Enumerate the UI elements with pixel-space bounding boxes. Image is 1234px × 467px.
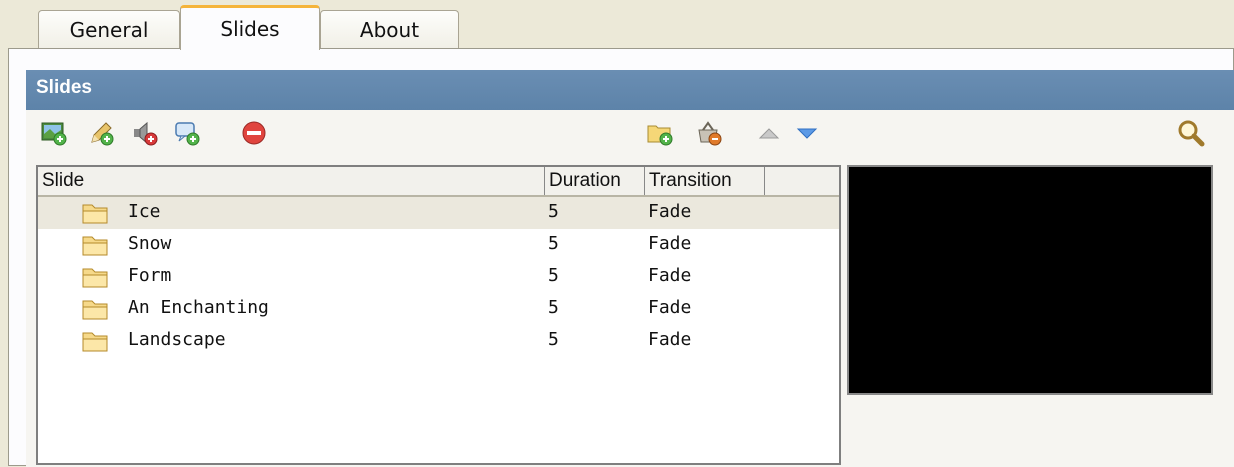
section-header: Slides [26,70,1234,110]
add-image-icon[interactable] [39,118,69,148]
tab-label: About [359,17,420,42]
add-audio-icon[interactable] [130,118,160,148]
toolbar [26,110,1234,155]
slide-name: Ice [128,201,161,222]
add-folder-icon[interactable] [645,118,675,148]
folder-icon [82,300,108,320]
tab-about[interactable]: About [320,10,459,48]
slide-name: An Enchanting [128,297,269,318]
column-header-slide[interactable]: Slide [38,167,545,195]
slide-name: Landscape [128,329,226,350]
search-icon[interactable] [1176,118,1206,148]
slides-content: Slide Duration Transition Ice 5 Fade Sno… [26,155,1234,467]
list-item[interactable]: Landscape 5 Fade [38,325,839,357]
list-item[interactable]: Ice 5 Fade [38,197,839,229]
slide-transition: Fade [648,233,692,254]
slide-name: Snow [128,233,172,254]
tab-panel: Slides Slide Duration Transition Ice 5 F… [8,48,1234,467]
list-item[interactable]: Form 5 Fade [38,261,839,293]
remove-icon[interactable] [239,118,269,148]
column-header-transition[interactable]: Transition [645,167,765,195]
column-label: Duration [549,170,621,191]
tab-slides[interactable]: Slides [180,5,320,50]
slide-transition: Fade [648,265,692,286]
slide-transition: Fade [648,201,692,222]
tab-label: General [69,17,149,42]
slide-list[interactable]: Slide Duration Transition Ice 5 Fade Sno… [36,165,841,465]
slide-duration: 5 [548,265,559,286]
tab-strip: General Slides About [0,0,1234,50]
add-caption-icon[interactable] [172,118,202,148]
column-header-duration[interactable]: Duration [545,167,645,195]
column-label: Slide [42,170,85,191]
column-label: Transition [649,170,732,191]
edit-icon[interactable] [86,118,116,148]
section-title: Slides [36,77,92,98]
slide-transition: Fade [648,297,692,318]
folder-icon [82,332,108,352]
slide-duration: 5 [548,329,559,350]
folder-icon [82,204,108,224]
move-down-icon[interactable] [792,118,822,148]
move-up-icon[interactable] [754,118,784,148]
slide-duration: 5 [548,201,559,222]
slide-name: Form [128,265,172,286]
list-item[interactable]: Snow 5 Fade [38,229,839,261]
folder-icon [82,268,108,288]
slide-duration: 5 [548,297,559,318]
slide-transition: Fade [648,329,692,350]
slide-duration: 5 [548,233,559,254]
list-header: Slide Duration Transition [38,167,839,197]
remove-all-icon[interactable] [694,118,724,148]
tab-general[interactable]: General [38,10,180,48]
folder-icon [82,236,108,256]
slide-preview [847,165,1213,395]
list-item[interactable]: An Enchanting 5 Fade [38,293,839,325]
tab-label: Slides [220,17,280,41]
